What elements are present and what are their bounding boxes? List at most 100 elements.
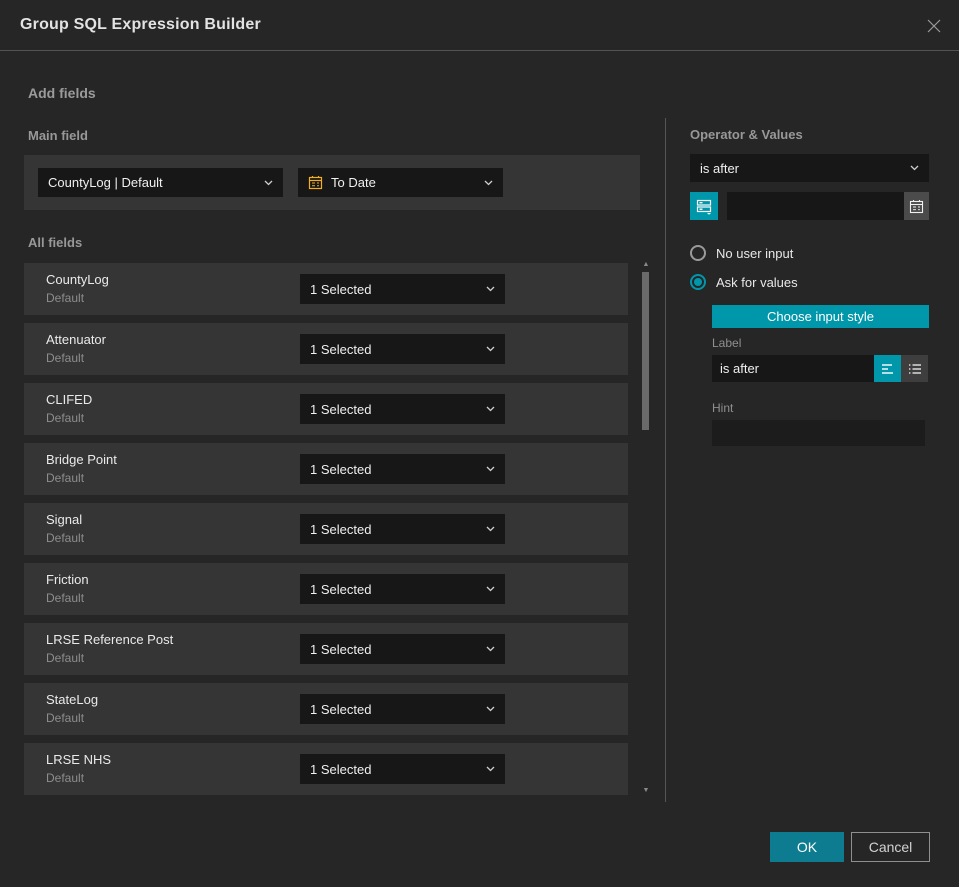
chevron-down-icon [486,346,495,352]
chevron-down-icon [486,586,495,592]
date-picker-button[interactable] [904,192,929,220]
field-source: Default [46,411,85,425]
panel-divider [665,118,666,802]
all-fields-label: All fields [28,235,83,250]
field-values-dropdown[interactable]: 1 Selected [300,454,505,484]
radio-selected-icon [690,274,706,290]
field-name: CountyLog [46,272,109,287]
ok-button[interactable]: OK [770,832,844,862]
main-field-panel: CountyLog | Default To Date [24,155,640,210]
field-name: Friction [46,572,89,587]
operator-select-value: is after [700,160,740,176]
field-row: Signal Default 1 Selected [24,503,628,555]
chevron-down-icon [486,526,495,532]
field-name: LRSE Reference Post [46,632,174,647]
label-caption: Label [712,336,742,350]
radio-circle-icon [690,245,706,261]
close-icon[interactable] [923,15,945,37]
dialog-titlebar: Group SQL Expression Builder [0,0,959,51]
field-values-dropdown-value: 1 Selected [310,281,372,297]
bulleted-list-icon [908,363,921,374]
radio-no-user-input[interactable]: No user input [690,245,793,261]
chevron-down-icon [264,180,273,185]
field-values-dropdown-value: 1 Selected [310,581,372,597]
input-fields-icon [696,199,711,215]
field-values-dropdown-value: 1 Selected [310,461,372,477]
field-row: LRSE Reference Post Default 1 Selected [24,623,628,675]
field-source: Default [46,351,85,365]
align-left-icon [881,363,893,374]
chevron-down-icon [484,180,493,185]
field-row: Friction Default 1 Selected [24,563,628,615]
hint-input[interactable] [712,420,925,446]
field-values-dropdown[interactable]: 1 Selected [300,694,505,724]
main-field-select[interactable]: CountyLog | Default [38,168,283,197]
field-row: Bridge Point Default 1 Selected [24,443,628,495]
scroll-down-arrow[interactable]: ▼ [642,787,650,794]
field-name: Attenuator [46,332,106,347]
field-name: CLIFED [46,392,93,407]
chevron-down-icon [486,466,495,472]
field-values-dropdown[interactable]: 1 Selected [300,574,505,604]
choose-input-style-button[interactable]: Choose input style [712,305,929,328]
scrollbar-thumb[interactable] [642,272,649,430]
group-sql-expression-builder-dialog: Group SQL Expression Builder Add fields … [0,0,959,887]
main-field-date-select[interactable]: To Date [298,168,503,197]
scroll-up-arrow[interactable]: ▲ [642,261,650,268]
cancel-button[interactable]: Cancel [851,832,930,862]
field-row: CLIFED Default 1 Selected [24,383,628,435]
field-row: CountyLog Default 1 Selected [24,263,628,315]
all-fields-list: CountyLog Default 1 Selected Attenuator … [24,263,628,803]
chevron-down-icon [486,406,495,412]
main-field-select-value: CountyLog | Default [48,175,163,190]
field-source: Default [46,531,85,545]
value-type-button[interactable] [690,192,718,220]
field-values-dropdown-value: 1 Selected [310,761,372,777]
hint-caption: Hint [712,401,734,415]
field-values-dropdown[interactable]: 1 Selected [300,634,505,664]
chevron-down-icon [486,706,495,712]
calendar-icon [909,199,924,213]
field-values-dropdown-value: 1 Selected [310,401,372,417]
chevron-down-icon [486,286,495,292]
field-values-dropdown[interactable]: 1 Selected [300,334,505,364]
calendar-icon [308,175,323,190]
field-name: Bridge Point [46,452,117,467]
label-input[interactable] [712,355,874,382]
field-values-dropdown-value: 1 Selected [310,341,372,357]
radio-ask-for-values-label: Ask for values [716,274,798,290]
chevron-down-icon [910,165,919,171]
main-field-date-value: To Date [331,175,376,190]
field-source: Default [46,711,85,725]
chevron-down-icon [486,646,495,652]
field-name: Signal [46,512,83,527]
radio-ask-for-values[interactable]: Ask for values [690,274,798,290]
field-values-dropdown-value: 1 Selected [310,701,372,717]
field-name: LRSE NHS [46,752,112,767]
fields-scrollbar: ▲ ▼ [641,258,651,798]
field-row: Attenuator Default 1 Selected [24,323,628,375]
operator-select[interactable]: is after [690,154,929,182]
field-values-dropdown[interactable]: 1 Selected [300,514,505,544]
add-fields-heading: Add fields [28,85,96,101]
field-source: Default [46,771,85,785]
radio-no-user-input-label: No user input [716,245,794,261]
field-values-dropdown[interactable]: 1 Selected [300,274,505,304]
field-values-dropdown[interactable]: 1 Selected [300,754,505,784]
field-values-dropdown[interactable]: 1 Selected [300,394,505,424]
chevron-down-icon [486,766,495,772]
field-source: Default [46,591,85,605]
value-input[interactable] [727,192,904,220]
field-row: StateLog Default 1 Selected [24,683,628,735]
dialog-title: Group SQL Expression Builder [20,16,261,33]
field-source: Default [46,651,85,665]
single-line-style-button[interactable] [874,355,901,382]
field-values-dropdown-value: 1 Selected [310,521,372,537]
field-values-dropdown-value: 1 Selected [310,641,372,657]
list-style-button[interactable] [901,355,928,382]
field-source: Default [46,471,85,485]
operator-values-heading: Operator & Values [690,127,803,142]
field-source: Default [46,291,85,305]
field-row: LRSE NHS Default 1 Selected [24,743,628,795]
main-field-label: Main field [28,128,88,143]
